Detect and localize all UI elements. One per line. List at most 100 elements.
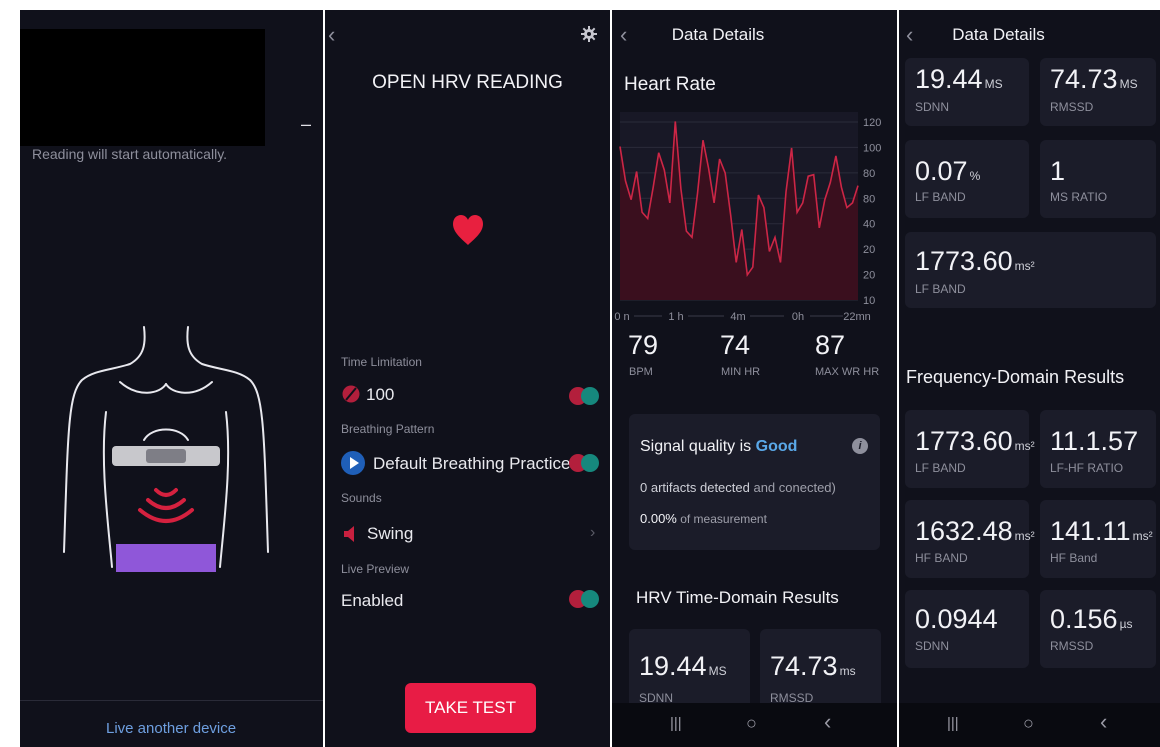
y-tick-label: 120 [863,117,881,129]
metric-label: RMSSD [1050,639,1094,653]
stat-bpm-label: BPM [629,366,653,378]
stat-bpm-value: 79 [628,330,659,360]
chest-strap-illustration [63,326,269,572]
metric-value: 1632.48 ms² [915,516,1035,546]
signal-quality-text: Signal quality is Good [640,438,797,456]
metric-label: LF BAND [915,461,966,475]
recent-apps-button[interactable]: ||| [670,715,682,732]
metric-value: 19.44 MS [915,64,1003,94]
x-tick-label: 0 n [614,311,629,323]
metric-label: HF Band [1050,551,1098,565]
metric-label: LF-HF RATIO [1050,461,1124,475]
heart-rate-chart: 120 100 80 80 40 20 20 10 0 n 1 h 4m 0h 22mn [614,112,881,323]
back-button[interactable]: ‹ [1100,709,1107,735]
stat-max-hr-value: 87 [815,330,846,360]
system-nav-bar: ||| ○ ‹ [899,703,1160,747]
metric-card-sdnn-freq: 0.0944 SDNN [905,590,1029,668]
metric-card-sdnn: 19.44 MS SDNN [629,629,750,709]
metric-card-lf-band: 1773.60 ms² LF BAND [905,410,1035,488]
signal-quality-prefix: Signal quality is [640,438,756,455]
metric-card-rmssd: 74.73 MS RMSSD [1040,58,1156,126]
breathing-pattern-label: Breathing Pattern [341,422,435,436]
breathing-pattern-toggle[interactable] [569,454,599,472]
metric-value: 74.73 MS [1050,64,1138,94]
chevron-right-icon[interactable]: › [590,524,595,542]
time-domain-heading: HRV Time-Domain Results [636,588,839,607]
metric-card-hf-band: 1632.48 ms² HF BAND [905,500,1035,578]
metric-value: 0.156 µs [1050,604,1133,634]
breathing-pattern-value: Default Breathing Practice [373,454,571,473]
stat-min-hr-label: MIN HR [721,366,761,378]
pairing-screen: – Reading will start automatically. Live… [20,10,323,747]
info-icon[interactable]: i [852,438,868,454]
page-title: Data Details [671,25,765,44]
y-tick-label: 40 [863,219,875,231]
data-details-screen-2: ‹ Data Details 19.44 MS SDNN 74.73 MS RMSS… [899,10,1160,747]
y-tick-label: 20 [863,270,875,282]
gear-icon[interactable] [581,26,597,42]
signal-quality-card: Signal quality is Good i 0 artifacts det… [629,414,880,550]
metric-value: 141.11 ms² [1050,516,1153,546]
heart-rate-heading: Heart Rate [624,74,716,95]
metric-card-sdnn: 19.44 MS SDNN [905,58,1029,126]
artifacts-text: 0 artifacts detected and conected) [640,480,836,495]
x-tick-label: 1 h [668,311,683,323]
metric-card-lf-band-wide: 1773.60 ms² LF BAND [905,232,1156,308]
play-icon [341,451,365,475]
heart-icon [453,215,483,245]
metric-label: LF BAND [915,282,966,296]
time-limitation-value: 100 [366,385,395,404]
take-test-button[interactable]: TAKE TEST [405,683,536,733]
metric-value: 19.44 MS [639,651,727,681]
metric-label: SDNN [915,100,950,114]
live-preview-label: Live Preview [341,562,410,576]
metric-value: 1773.60 ms² [915,426,1035,456]
metric-label: RMSSD [1050,100,1094,114]
system-nav-bar: ||| ○ ‹ [612,703,897,747]
time-limitation-toggle[interactable] [569,387,599,405]
metric-value: 1 [1050,156,1066,186]
page-title: Data Details [952,25,1045,44]
metric-card-rmssd: 74.73 ms RMSSD [760,629,881,709]
metric-label: SDNN [915,639,950,653]
metric-card-lf-band-percent: 0.07% LF BAND [905,140,1029,218]
metric-value: 74.73 ms [770,651,856,681]
metric-value: 1773.60 ms² [915,246,1035,276]
measurement-text: 0.00% of measurement [640,511,767,526]
hrv-reading-setup-screen: ‹ OPEN HRV READING Time Limitation 100 B… [325,10,610,747]
y-tick-label: 10 [863,295,875,307]
redacted-header-block [20,29,265,146]
home-button[interactable]: ○ [1023,713,1034,734]
live-another-device-link[interactable]: Live another device [106,720,236,737]
recent-apps-button[interactable]: ||| [947,715,959,732]
time-limitation-label: Time Limitation [341,355,422,369]
metric-card-hf-band-2: 141.11 ms² HF Band [1040,500,1156,578]
measurement-label: of measurement [676,512,767,526]
y-tick-label: 80 [863,193,875,205]
stat-min-hr-value: 74 [720,330,751,360]
metric-value: 0.0944 [915,604,998,634]
x-tick-label: 4m [730,311,745,323]
metric-label: MS RATIO [1050,190,1108,204]
metric-card-lf-hf-ratio: 11.1.57 LF-HF RATIO [1040,410,1156,488]
back-button[interactable]: ‹ [824,709,831,735]
home-button[interactable]: ○ [746,713,757,734]
artifacts-label: artifacts detected [650,480,750,495]
signal-quality-value: Good [755,438,798,455]
y-tick-label: 20 [863,244,875,256]
measurement-percent: 0.00% [640,511,677,526]
minimize-glyph[interactable]: – [301,114,311,135]
stat-max-hr-label: MAX WR HR [815,366,880,378]
metric-value: 11.1.57 [1050,426,1139,456]
metric-value: 0.07% [915,156,981,186]
live-preview-value: Enabled [341,591,404,610]
y-tick-label: 80 [863,168,875,180]
y-tick-label: 100 [863,142,881,154]
live-preview-toggle[interactable] [569,590,599,608]
timer-icon [342,385,360,403]
artifacts-count: 0 [640,480,648,495]
chevron-left-icon[interactable]: ‹ [328,22,335,48]
frequency-domain-heading: Frequency-Domain Results [906,367,1125,387]
data-details-screen-1: ‹ Data Details Heart Rate 120 100 80 80 40 20… [612,10,897,747]
page-title: OPEN HRV READING [372,72,563,93]
